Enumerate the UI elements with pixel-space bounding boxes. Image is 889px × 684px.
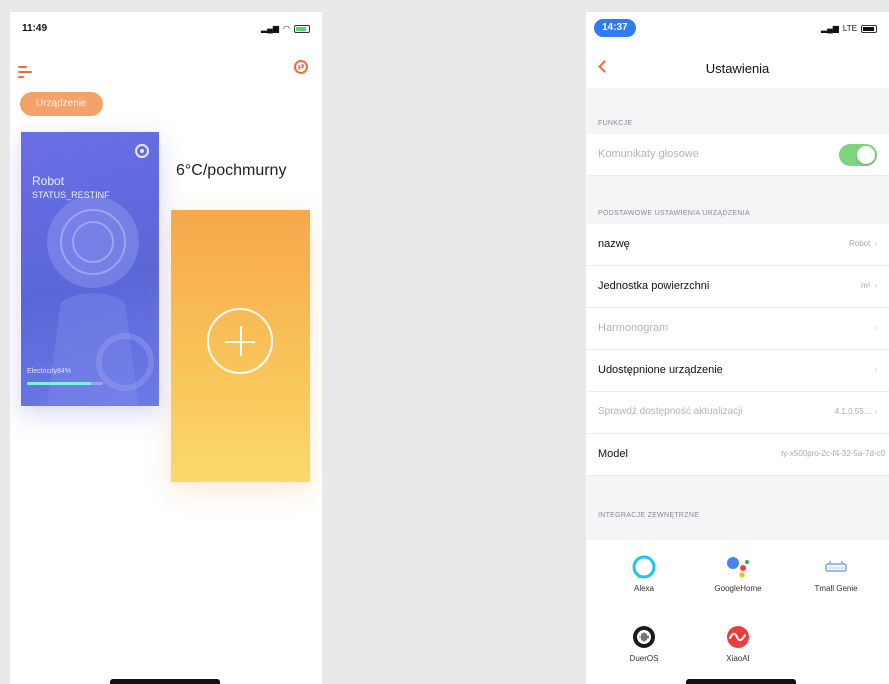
voice-prompts-label: Komunikaty głosowe: [598, 148, 699, 160]
model-row: Model ty-x500pro-2c-f4-32-5a-7d-c0: [586, 434, 889, 476]
chevron-right-icon: ›: [874, 239, 877, 248]
schedule-chevron: ›: [870, 323, 877, 332]
shared-device-row[interactable]: Udostępnione urządzenie ›: [586, 350, 889, 392]
status-bar: 11:49 ▂▄▆ ◠: [10, 12, 322, 48]
chevron-right-icon: ›: [874, 365, 877, 374]
shared-device-chevron: ›: [870, 365, 877, 374]
battery-level-bar: [27, 382, 103, 385]
model-value: ty-x500pro-2c-f4-32-5a-7d-c0: [780, 449, 885, 458]
device-tab[interactable]: Urządzenie: [20, 92, 103, 116]
robot-status: STATUS_RESTINF: [32, 190, 110, 200]
googlehome-label: GoogleHome: [714, 584, 762, 593]
status-icons: ▂▄▆ ◠: [261, 24, 310, 33]
voice-prompts-row: Komunikaty głosowe: [586, 134, 889, 176]
model-label: Model: [598, 448, 628, 460]
integrations-panel: Alexa GoogleHome Tmall Genie DuerOS Xiao…: [586, 540, 889, 684]
integration-dueros[interactable]: DuerOS: [604, 624, 684, 663]
battery-icon: [294, 24, 310, 33]
section-header-functions: FUNKCJE: [598, 120, 633, 127]
signal-icon: ▂▄▆: [820, 24, 839, 33]
alexa-label: Alexa: [633, 584, 654, 593]
battery-icon: [861, 24, 877, 33]
add-device-icon[interactable]: [207, 308, 273, 374]
area-unit-value: m² ›: [861, 281, 877, 290]
dueros-icon: [633, 626, 655, 648]
area-unit-label: Jednostka powierzchni: [598, 280, 710, 292]
wifi-icon: ◠: [283, 24, 290, 33]
robot-device-card[interactable]: Robot STATUS_RESTINF Electricity84%: [21, 132, 159, 406]
status-icons: ▂▄▆ LTE: [821, 24, 877, 33]
status-time: 11:49: [22, 23, 48, 34]
page-title: Ustawienia: [705, 61, 770, 76]
add-device-card[interactable]: [171, 210, 310, 482]
integration-tmall-genie[interactable]: Tmall Genie: [796, 554, 876, 593]
device-list-screen: 11:49 ▂▄▆ ◠ ⇄ Urządzenie Robot STATUS_RE…: [10, 12, 322, 684]
section-header-integrations: INTEGRACJE ZEWNĘTRZNE: [598, 512, 700, 519]
status-bar: 14:37 ▂▄▆ LTE: [586, 12, 889, 48]
check-update-row[interactable]: Sprawdź dostępność aktualizacji 4.1.0,55…: [586, 392, 889, 434]
google-assistant-icon: [727, 557, 749, 578]
chevron-right-icon: ›: [874, 323, 877, 332]
check-update-label: Sprawdź dostępność aktualizacji: [598, 406, 743, 417]
status-time: 14:37: [594, 19, 636, 37]
battery-level-fill: [27, 382, 91, 385]
area-unit-row[interactable]: Jednostka powierzchni m² ›: [586, 266, 889, 308]
schedule-row[interactable]: Harmonogram ›: [586, 308, 889, 350]
robot-name: Robot: [32, 174, 65, 188]
tmall-genie-icon: [825, 561, 847, 572]
integration-googlehome[interactable]: GoogleHome: [698, 554, 778, 593]
alexa-icon: [632, 555, 656, 579]
weather-label: 6°C/pochmurny: [176, 162, 287, 179]
schedule-label: Harmonogram: [598, 322, 669, 334]
integration-alexa[interactable]: Alexa: [604, 554, 684, 593]
xiaoai-icon: [727, 626, 749, 648]
integration-xiaoai[interactable]: XiaoAI: [698, 624, 778, 663]
chevron-right-icon: ›: [874, 281, 877, 290]
home-indicator: [686, 679, 796, 684]
name-value: Robot ›: [848, 239, 877, 248]
voice-prompts-toggle[interactable]: [839, 144, 877, 166]
chevron-right-icon: ›: [874, 407, 877, 416]
name-label: nazwę: [598, 238, 630, 250]
switch-home-icon[interactable]: ⇄: [294, 60, 308, 74]
signal-icon: ▂▄▆: [261, 24, 280, 33]
nav-bar: Ustawienia: [586, 48, 889, 88]
check-update-value: 4.1.0,55... ›: [834, 407, 877, 416]
network-type: LTE: [842, 24, 857, 33]
settings-screen: 14:37 ▂▄▆ LTE Ustawienia FUNKCJE Komunik…: [586, 12, 889, 684]
card-settings-icon[interactable]: [135, 144, 149, 158]
home-indicator: [110, 679, 220, 684]
battery-level-label: Electricity84%: [27, 368, 71, 375]
name-row[interactable]: nazwę Robot ›: [586, 224, 889, 266]
section-header-basic: PODSTAWOWE USTAWIENIA URZĄDZENIA: [598, 210, 750, 217]
shared-device-label: Udostępnione urządzenie: [598, 364, 723, 376]
xiaoai-label: XiaoAI: [726, 654, 750, 663]
menu-icon[interactable]: [18, 66, 32, 81]
dueros-label: DuerOS: [629, 654, 659, 663]
tmall-genie-label: Tmall Genie: [814, 584, 858, 593]
